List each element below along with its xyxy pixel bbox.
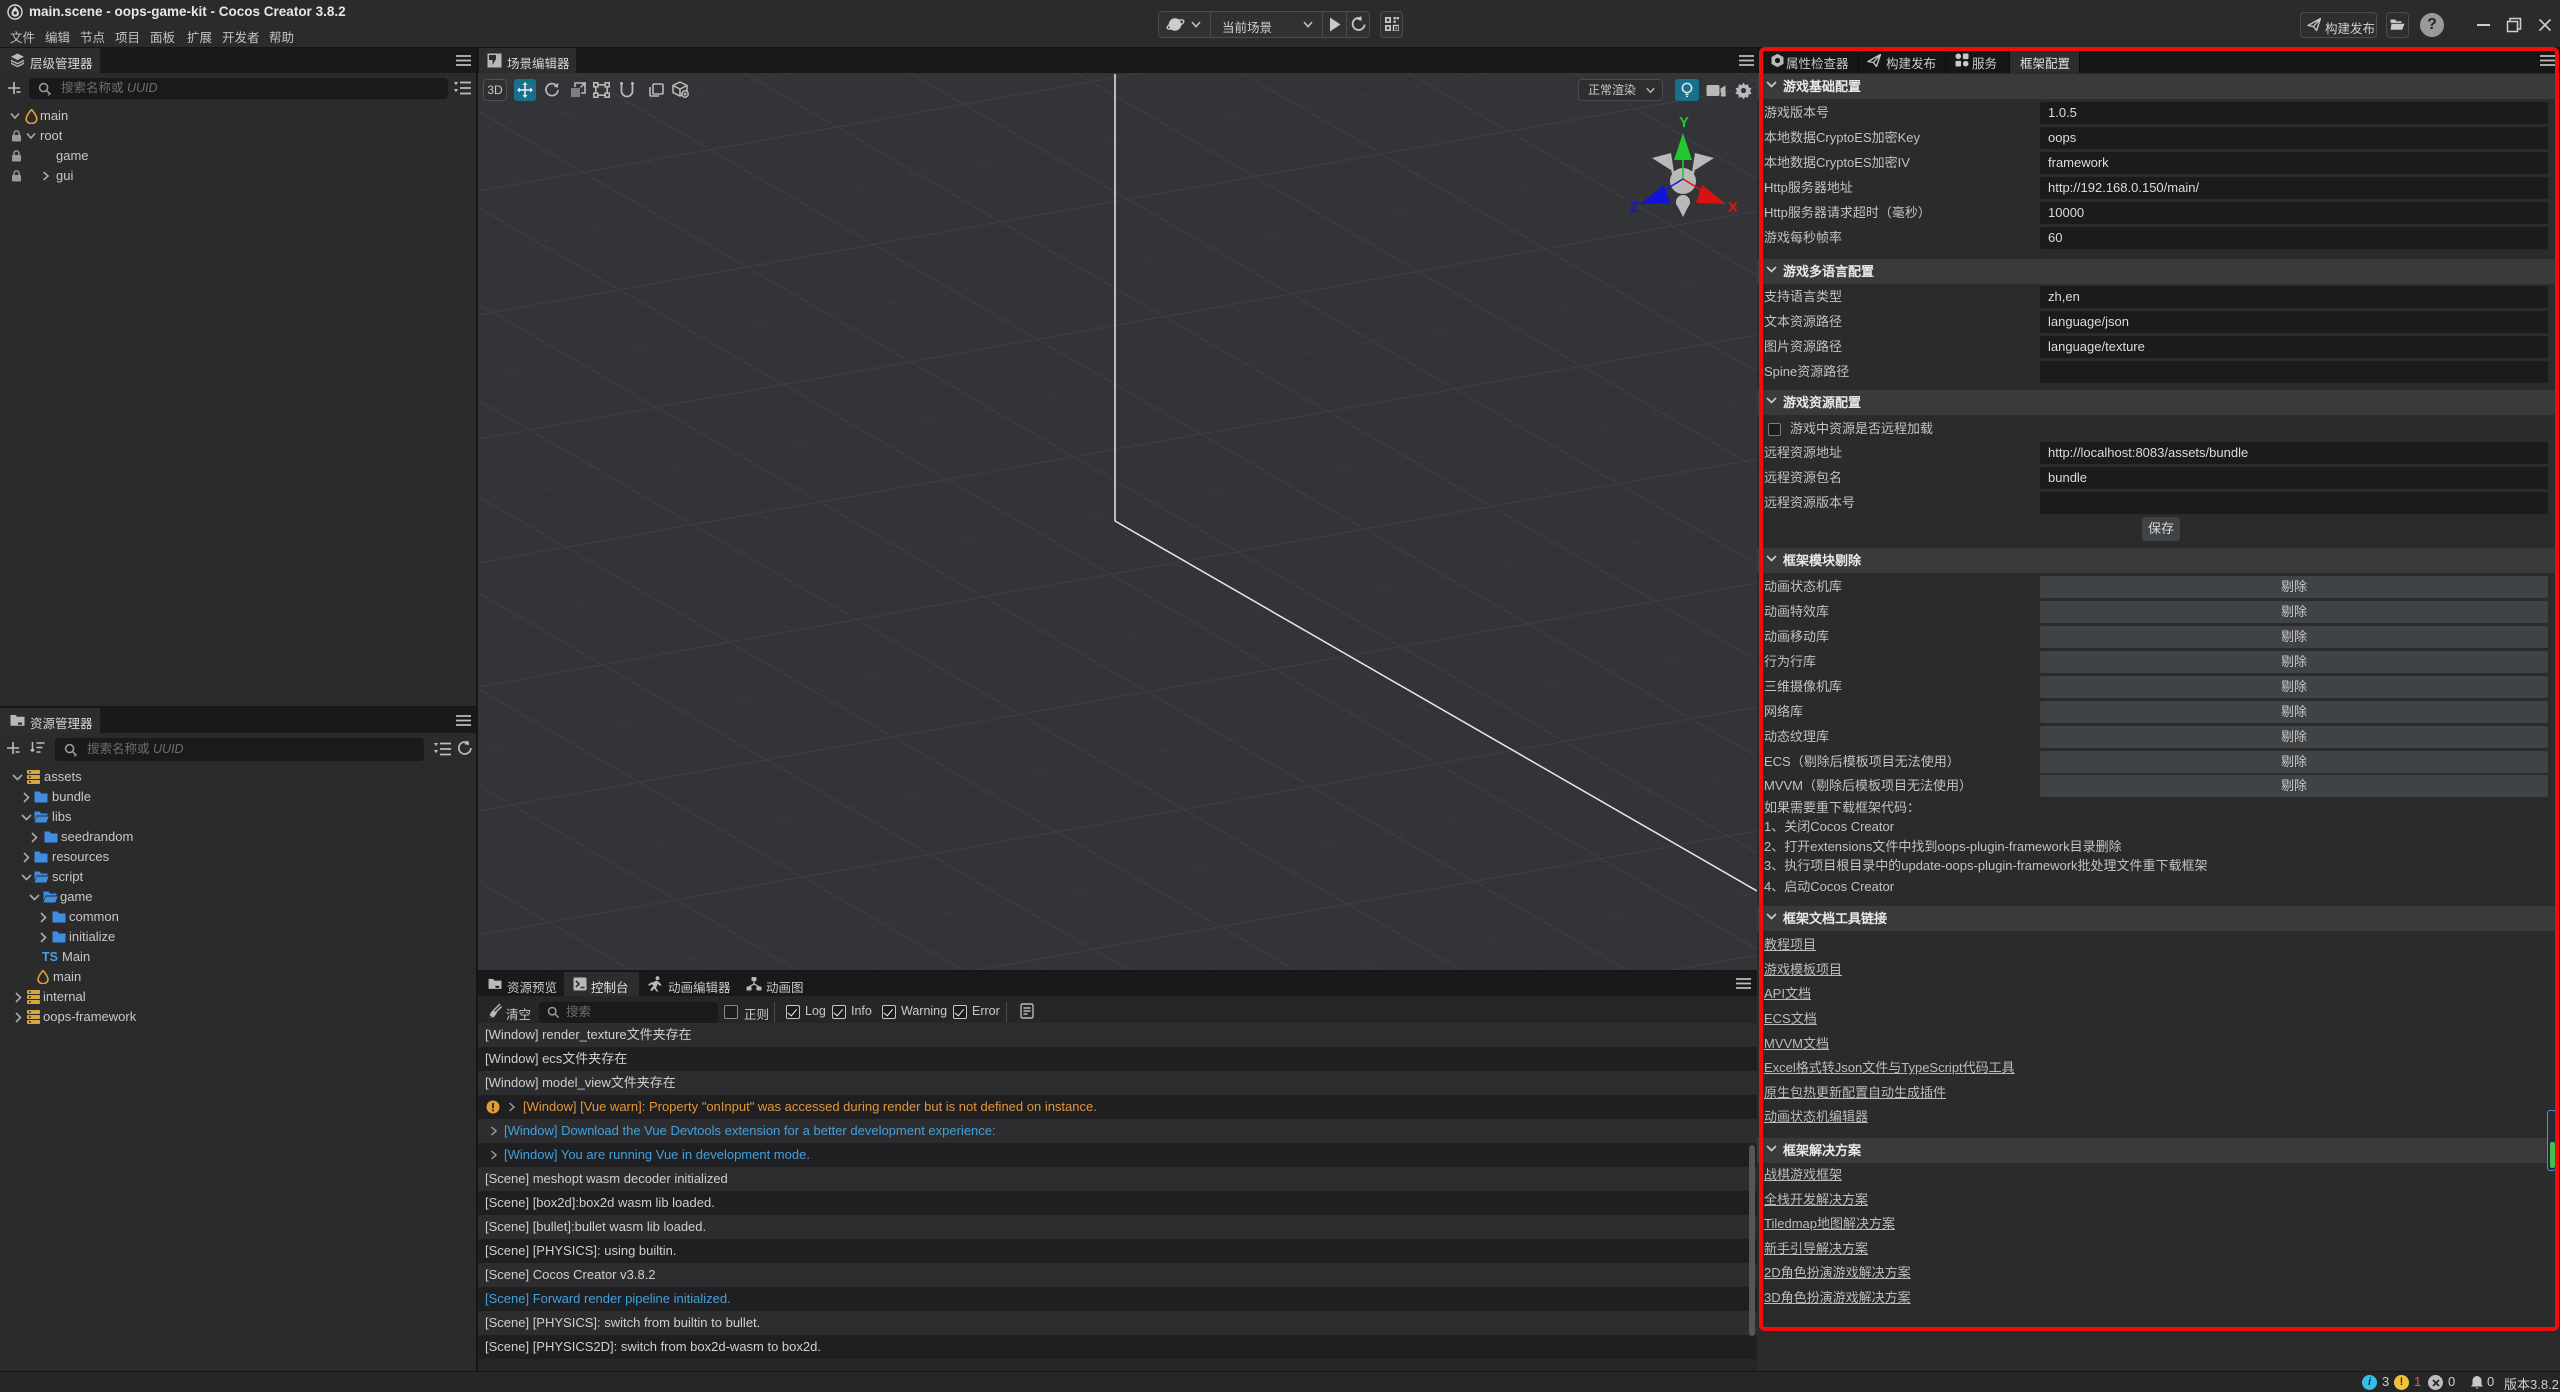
svg-text:X: X (1728, 199, 1738, 216)
svg-text:Y: Y (1679, 114, 1689, 131)
svg-text:Z: Z (1629, 199, 1638, 216)
